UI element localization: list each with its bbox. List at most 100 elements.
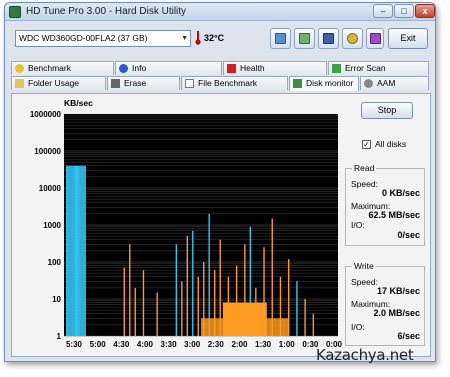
- read-max-value: 62.5 MB/sec: [368, 210, 420, 220]
- read-bar: [77, 165, 79, 336]
- folder-icon: [15, 79, 24, 88]
- watermark-logo: Kazachya.net: [316, 346, 414, 364]
- x-tick-label: 3:30: [161, 340, 178, 349]
- y-tick-label: 100: [48, 258, 62, 267]
- x-tick-label: 4:30: [113, 340, 130, 349]
- y-tick-label: 10000: [39, 184, 62, 193]
- x-tick-label: 1:30: [255, 340, 272, 349]
- temperature-value: 32°C: [204, 33, 225, 43]
- read-bar: [81, 165, 83, 336]
- tab-label: AAM: [377, 78, 396, 88]
- read-speed-value: 0 KB/sec: [381, 188, 420, 198]
- x-tick-label: 2:30: [208, 340, 225, 349]
- tab-file-benchmark[interactable]: File Benchmark: [181, 76, 288, 90]
- tab-label: Erase: [124, 78, 147, 88]
- disk-monitor-panel: KB/sec 1000000 100000 10000 1000 100 10 1 5:30 5…: [11, 93, 431, 357]
- options-icon: [347, 33, 358, 44]
- thermometer-icon: [195, 31, 201, 45]
- write-group-title: Write: [352, 261, 376, 271]
- disk-monitor-icon: [293, 79, 302, 88]
- read-bar: [76, 165, 78, 336]
- info-icon: [119, 64, 128, 73]
- copy-screen-icon: [299, 33, 310, 44]
- options-button[interactable]: [342, 28, 363, 49]
- title-bar: HD Tune Pro 3.00 - Hard Disk Utility – □…: [5, 3, 435, 21]
- write-max-value: 2.0 MB/sec: [373, 308, 420, 318]
- download-button[interactable]: [366, 28, 384, 49]
- read-bar: [71, 165, 73, 336]
- tab-erase[interactable]: Erase: [107, 76, 180, 90]
- exit-button[interactable]: Exit: [388, 28, 428, 49]
- download-icon: [370, 33, 381, 44]
- disk-activity-chart: 1000000 100000 10000 1000 100 10 1 5:30 5:00 4:30…: [30, 110, 342, 349]
- stop-button[interactable]: Stop: [361, 102, 413, 119]
- read-bar: [70, 165, 72, 336]
- tab-label: Benchmark: [28, 63, 71, 73]
- copy-info-button[interactable]: [270, 28, 291, 49]
- write-io-label: I/O:: [351, 322, 365, 332]
- read-group: Read Speed: 0 KB/sec Maximum: 62.5 MB/se…: [345, 163, 425, 246]
- tab-aam[interactable]: AAM: [360, 76, 429, 90]
- tab-health[interactable]: Health: [223, 61, 327, 75]
- close-button[interactable]: x: [415, 4, 435, 18]
- tab-info[interactable]: Info: [115, 61, 222, 75]
- chevron-down-icon: ▼: [181, 35, 188, 42]
- y-tick-label: 1000000: [30, 110, 62, 119]
- y-tick-label: 1: [57, 332, 62, 341]
- app-icon: [9, 6, 21, 18]
- toolbar: WDC WD360GD-00FLA2 (37 GB) ▼ 32°C Exit: [5, 22, 435, 58]
- drive-select-value: WDC WD360GD-00FLA2 (37 GB): [19, 33, 148, 43]
- read-bar: [78, 165, 80, 336]
- tab-folder-usage[interactable]: Folder Usage: [11, 76, 106, 90]
- read-group-title: Read: [352, 163, 377, 173]
- all-disks-label: All disks: [375, 139, 407, 149]
- file-icon: [185, 79, 194, 88]
- write-speed-label: Speed:: [351, 277, 378, 287]
- x-tick-label: 5:00: [90, 340, 107, 349]
- drive-select[interactable]: WDC WD360GD-00FLA2 (37 GB) ▼: [15, 30, 191, 47]
- read-bar: [68, 165, 70, 336]
- tab-label: Disk monitor: [306, 78, 354, 88]
- read-bar: [82, 165, 84, 336]
- benchmark-icon: [15, 64, 24, 73]
- copy-screen-button[interactable]: [294, 28, 315, 49]
- all-disks-checkbox[interactable]: ✓: [362, 140, 371, 149]
- tab-label: Info: [132, 63, 147, 73]
- x-tick-label: 1:00: [279, 340, 296, 349]
- error-scan-icon: [332, 64, 341, 73]
- tab-benchmark[interactable]: Benchmark: [11, 61, 114, 75]
- read-bar: [69, 165, 71, 336]
- x-tick-label: 2:00: [231, 340, 248, 349]
- tab-label: Error Scan: [345, 63, 386, 73]
- maximize-button[interactable]: □: [394, 4, 414, 18]
- tab-disk-monitor[interactable]: Disk monitor: [289, 76, 359, 91]
- y-tick-label: 10: [52, 295, 61, 304]
- write-io-value: 6/sec: [397, 331, 420, 341]
- read-io-label: I/O:: [351, 220, 365, 230]
- x-tick-label: 3:00: [184, 340, 201, 349]
- read-bar: [72, 165, 74, 336]
- tab-label: Folder Usage: [28, 78, 80, 88]
- write-floor: [201, 318, 289, 336]
- minimize-button[interactable]: –: [373, 4, 393, 18]
- tab-label: Health: [240, 63, 265, 73]
- tab-label: File Benchmark: [198, 78, 258, 88]
- read-bar: [75, 165, 77, 336]
- health-cross-icon: [227, 64, 236, 73]
- trash-icon: [111, 79, 120, 88]
- x-tick-label: 4:00: [137, 340, 154, 349]
- read-bar: [66, 165, 68, 336]
- read-bar: [83, 165, 85, 336]
- read-bar: [73, 165, 75, 336]
- y-tick-label: 1000: [43, 221, 61, 230]
- aam-speaker-icon: [364, 79, 373, 88]
- read-bar: [67, 165, 69, 336]
- save-button[interactable]: [318, 28, 339, 49]
- copy-info-icon: [275, 33, 286, 44]
- read-bar: [80, 165, 82, 336]
- save-icon: [323, 33, 334, 44]
- read-bar: [74, 165, 76, 336]
- read-bar: [84, 165, 86, 336]
- read-speed-label: Speed:: [351, 179, 378, 189]
- tab-error-scan[interactable]: Error Scan: [328, 61, 429, 75]
